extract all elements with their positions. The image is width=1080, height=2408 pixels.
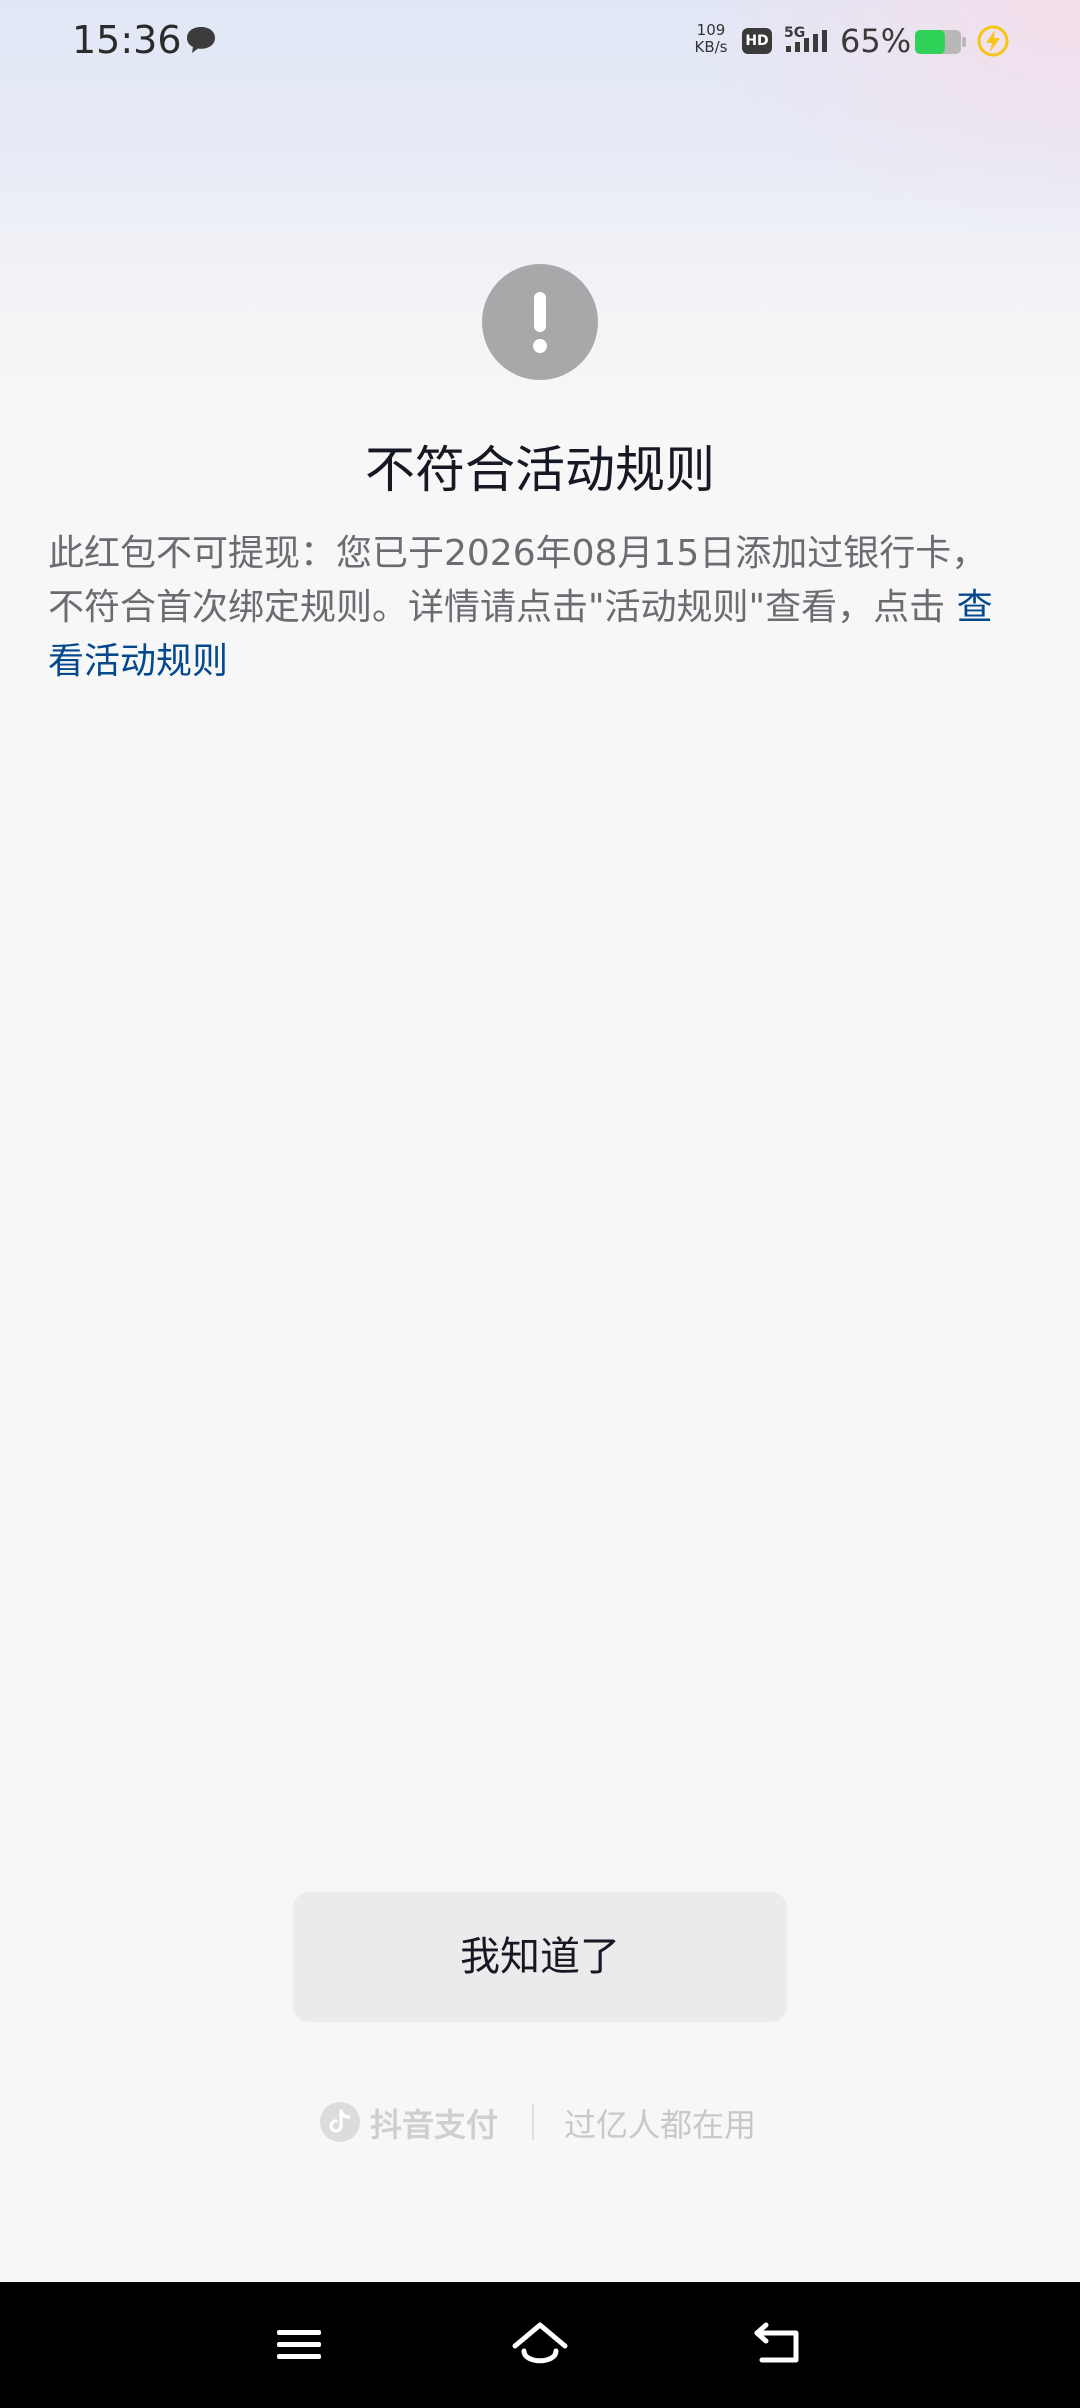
- home-icon[interactable]: [505, 2310, 575, 2380]
- confirm-button[interactable]: 我知道了: [293, 1892, 787, 2022]
- menu-icon[interactable]: [264, 2310, 334, 2380]
- charging-icon: [977, 25, 1009, 57]
- brand-footer: 抖音支付 过亿人都在用: [320, 2096, 760, 2146]
- brand-name: 抖音支付: [370, 2106, 499, 2144]
- hd-icon: HD: [742, 28, 772, 54]
- brand-slogan: 过亿人都在用: [564, 2106, 757, 2144]
- network-type-label: 5G: [784, 25, 805, 41]
- dialog-message: 此红包不可提现：您已于2026年08月15日添加过银行卡，不符合首次绑定规则。详…: [48, 527, 1008, 689]
- signal-icon: 5G: [784, 25, 827, 52]
- exclamation-icon: [482, 264, 598, 380]
- footer-divider: [532, 2104, 534, 2140]
- battery-percent: 65%: [840, 22, 912, 60]
- message-text: 此红包不可提现：您已于2026年08月15日添加过银行卡，不符合首次绑定规则。详…: [48, 533, 988, 628]
- network-speed: 109 KB/s: [690, 22, 732, 56]
- network-speed-value: 109: [696, 21, 726, 39]
- battery-icon: [915, 30, 966, 54]
- navigation-bar: [0, 2282, 1080, 2408]
- message-icon: [187, 27, 215, 53]
- back-icon[interactable]: [744, 2310, 814, 2380]
- network-speed-unit: KB/s: [694, 38, 728, 56]
- status-time: 15:36: [72, 18, 182, 62]
- status-bar: 15:36 109 KB/s HD 5G 65%: [0, 0, 1080, 84]
- douyin-logo-icon: [320, 2102, 360, 2142]
- dialog-title: 不符合活动规则: [365, 441, 715, 499]
